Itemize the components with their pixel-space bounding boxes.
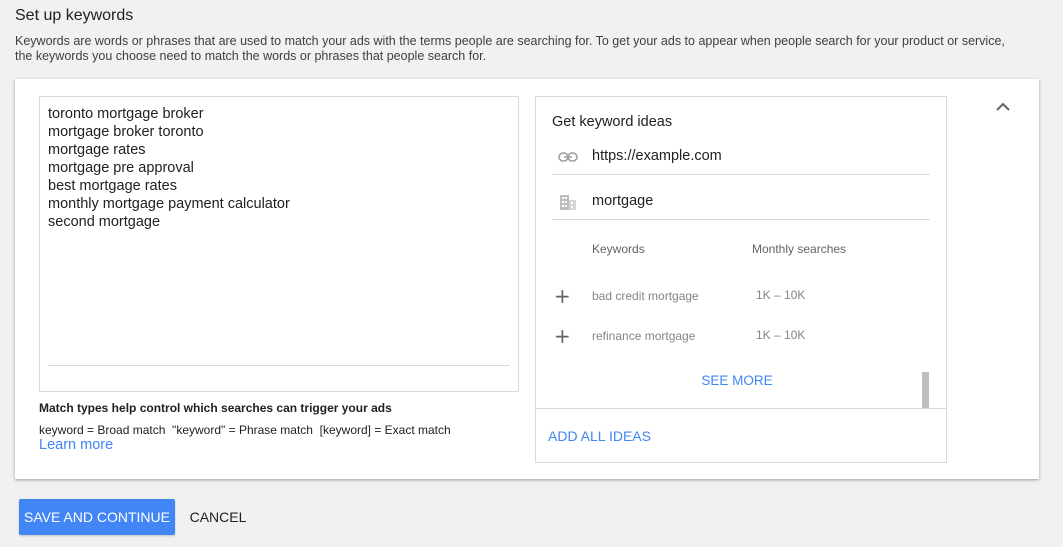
chevron-up-icon[interactable] xyxy=(993,97,1013,117)
plus-icon[interactable]: + xyxy=(554,285,571,307)
business-icon xyxy=(556,192,580,212)
keyword-ideas-title: Get keyword ideas xyxy=(552,114,673,130)
learn-more-link[interactable]: Learn more xyxy=(39,437,113,453)
divider xyxy=(536,408,946,409)
suggestion-term: refinance mortgage xyxy=(592,329,696,343)
suggestion-volume: 1K – 10K xyxy=(756,288,806,302)
keyword-suggestion-row: + refinance mortgage 1K – 10K xyxy=(552,325,912,349)
keyword-line: monthly mortgage payment calculator xyxy=(48,196,290,212)
keyword-line: mortgage rates xyxy=(48,142,146,158)
product-service-field[interactable]: mortgage xyxy=(552,184,930,220)
product-service-value: mortgage xyxy=(592,193,654,209)
see-more-button[interactable]: SEE MORE xyxy=(536,373,938,388)
page-description: Keywords are words or phrases that are u… xyxy=(15,34,1005,63)
match-types-heading: Match types help control which searches … xyxy=(39,401,392,415)
keywords-page: Set up keywords Keywords are words or ph… xyxy=(0,0,1063,547)
plus-icon[interactable]: + xyxy=(554,325,571,347)
column-header-keywords: Keywords xyxy=(592,242,645,256)
website-url-field[interactable]: https://example.com xyxy=(552,139,930,175)
column-header-monthly-searches: Monthly searches xyxy=(752,242,847,256)
page-title: Set up keywords xyxy=(15,7,134,24)
keywords-textarea[interactable]: toronto mortgage broker mortgage broker … xyxy=(39,96,519,392)
suggestion-term: bad credit mortgage xyxy=(592,289,699,303)
keyword-line: mortgage pre approval xyxy=(48,160,194,176)
keyword-list: toronto mortgage broker mortgage broker … xyxy=(48,105,290,231)
scrollbar-thumb[interactable] xyxy=(922,372,929,408)
keywords-card: toronto mortgage broker mortgage broker … xyxy=(15,79,1039,479)
cancel-button[interactable]: CANCEL xyxy=(187,499,249,535)
suggestion-volume: 1K – 10K xyxy=(756,328,806,342)
textarea-underline xyxy=(48,365,510,366)
keyword-suggestion-row: + bad credit mortgage 1K – 10K xyxy=(552,285,912,309)
match-types-legend: keyword = Broad match "keyword" = Phrase… xyxy=(39,423,451,437)
keyword-ideas-panel: Get keyword ideas https://example.com mo… xyxy=(535,96,947,463)
keyword-line: best mortgage rates xyxy=(48,178,177,194)
link-icon xyxy=(556,147,580,167)
keyword-line: toronto mortgage broker xyxy=(48,106,204,122)
keyword-line: second mortgage xyxy=(48,214,161,230)
save-and-continue-button[interactable]: SAVE AND CONTINUE xyxy=(19,499,175,535)
keyword-line: mortgage broker toronto xyxy=(48,124,204,140)
website-url-value: https://example.com xyxy=(592,148,722,164)
add-all-ideas-button[interactable]: ADD ALL IDEAS xyxy=(548,428,651,444)
